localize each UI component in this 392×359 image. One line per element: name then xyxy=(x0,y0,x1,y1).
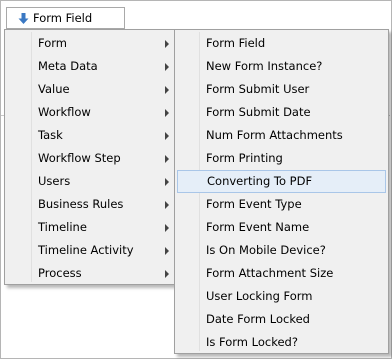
submenu-item-label: Form Submit Date xyxy=(206,105,311,119)
submenu-item-form-submit-user[interactable]: Form Submit User xyxy=(177,78,386,101)
submenu-arrow-icon xyxy=(165,155,169,163)
menu-item-label: Workflow Step xyxy=(38,151,121,165)
submenu-item-new-form-instance[interactable]: New Form Instance? xyxy=(177,55,386,78)
submenu-arrow-icon xyxy=(165,63,169,71)
menu-item-label: Value xyxy=(38,82,70,96)
submenu-item-user-locking-form[interactable]: User Locking Form xyxy=(177,285,386,308)
submenu-item-is-form-locked[interactable]: Is Form Locked? xyxy=(177,331,386,354)
menu-item-label: Workflow xyxy=(38,105,91,119)
form-submenu: Form Field New Form Instance? Form Submi… xyxy=(174,29,389,354)
submenu-item-label: Form Submit User xyxy=(206,82,310,96)
menu-item-users[interactable]: Users xyxy=(7,170,177,193)
menu-item-label: Business Rules xyxy=(38,197,124,211)
submenu-item-label: Num Form Attachments xyxy=(206,128,343,142)
submenu-arrow-icon xyxy=(165,86,169,94)
submenu-item-date-form-locked[interactable]: Date Form Locked xyxy=(177,308,386,331)
submenu-item-form-field[interactable]: Form Field xyxy=(177,32,386,55)
down-arrow-icon xyxy=(17,12,30,25)
menu-item-workflow[interactable]: Workflow xyxy=(7,101,177,124)
field-category-menu: Form Meta Data Value Workflow Task Workf… xyxy=(4,29,180,285)
menu-item-value[interactable]: Value xyxy=(7,78,177,101)
submenu-item-label: New Form Instance? xyxy=(206,59,323,73)
submenu-item-num-form-attachments[interactable]: Num Form Attachments xyxy=(177,124,386,147)
submenu-item-converting-to-pdf[interactable]: Converting To PDF xyxy=(177,170,386,193)
menu-item-label: Users xyxy=(38,174,71,188)
submenu-item-label: Form Printing xyxy=(206,151,283,165)
submenu-item-label: Form Field xyxy=(206,36,266,50)
submenu-arrow-icon xyxy=(165,132,169,140)
submenu-item-form-event-name[interactable]: Form Event Name xyxy=(177,216,386,239)
menu-item-workflow-step[interactable]: Workflow Step xyxy=(7,147,177,170)
submenu-item-form-attachment-size[interactable]: Form Attachment Size xyxy=(177,262,386,285)
menu-item-process[interactable]: Process xyxy=(7,262,177,285)
submenu-arrow-icon xyxy=(165,178,169,186)
submenu-item-label: Is Form Locked? xyxy=(206,335,298,349)
submenu-item-form-printing[interactable]: Form Printing xyxy=(177,147,386,170)
menu-item-label: Task xyxy=(38,128,63,142)
submenu-item-label: Form Attachment Size xyxy=(206,266,334,280)
submenu-item-label: Form Event Type xyxy=(206,197,302,211)
menu-item-label: Timeline Activity xyxy=(38,243,134,257)
menu-item-business-rules[interactable]: Business Rules xyxy=(7,193,177,216)
menu-item-timeline[interactable]: Timeline xyxy=(7,216,177,239)
submenu-item-is-on-mobile-device[interactable]: Is On Mobile Device? xyxy=(177,239,386,262)
submenu-item-label: Converting To PDF xyxy=(207,174,313,188)
form-field-dropdown-label: Form Field xyxy=(33,11,93,25)
menu-item-task[interactable]: Task xyxy=(7,124,177,147)
form-field-dropdown-button[interactable]: Form Field xyxy=(6,7,125,29)
submenu-arrow-icon xyxy=(165,109,169,117)
menu-item-meta-data[interactable]: Meta Data xyxy=(7,55,177,78)
submenu-item-label: Is On Mobile Device? xyxy=(206,243,326,257)
submenu-arrow-icon xyxy=(165,247,169,255)
menu-item-label: Meta Data xyxy=(38,59,98,73)
menu-item-label: Form xyxy=(38,36,67,50)
submenu-arrow-icon xyxy=(165,201,169,209)
submenu-item-label: Date Form Locked xyxy=(206,312,310,326)
menu-item-form[interactable]: Form xyxy=(7,32,177,55)
submenu-item-form-submit-date[interactable]: Form Submit Date xyxy=(177,101,386,124)
menu-item-label: Timeline xyxy=(38,220,87,234)
menu-item-timeline-activity[interactable]: Timeline Activity xyxy=(7,239,177,262)
menu-item-label: Process xyxy=(38,266,82,280)
submenu-item-label: User Locking Form xyxy=(206,289,313,303)
submenu-arrow-icon xyxy=(165,270,169,278)
submenu-arrow-icon xyxy=(165,224,169,232)
submenu-arrow-icon xyxy=(165,40,169,48)
submenu-item-form-event-type[interactable]: Form Event Type xyxy=(177,193,386,216)
submenu-item-label: Form Event Name xyxy=(206,220,310,234)
